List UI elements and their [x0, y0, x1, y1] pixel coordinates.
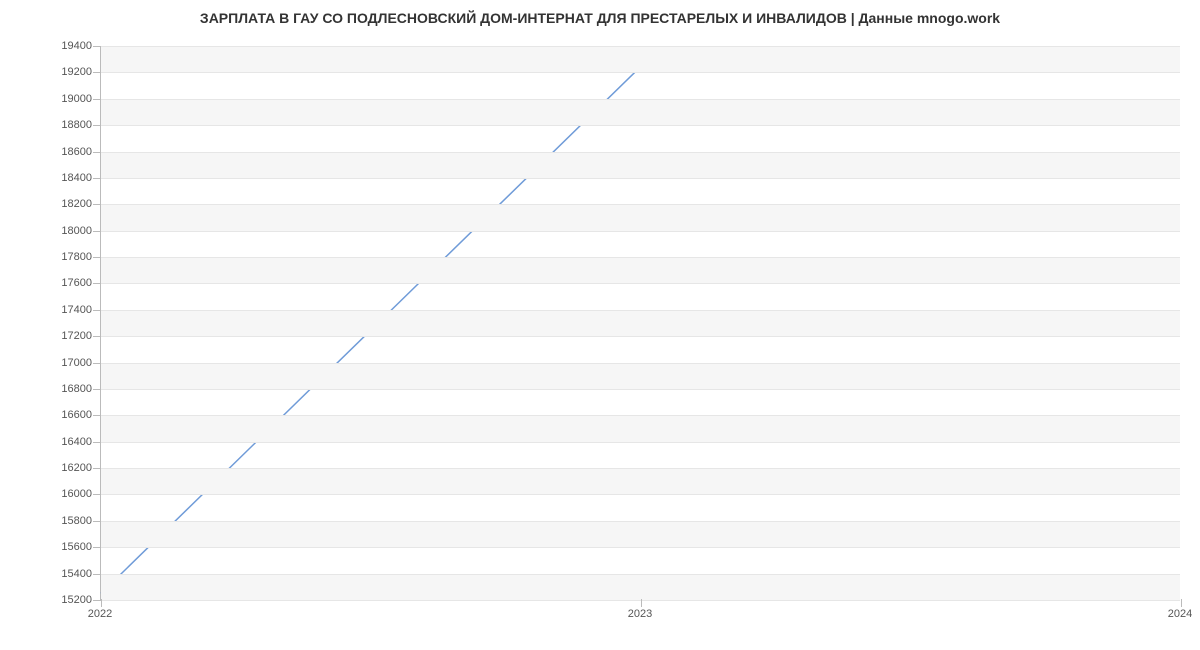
y-gridline — [101, 494, 1180, 495]
y-tick — [93, 152, 101, 153]
y-tick-label: 19200 — [12, 66, 92, 78]
grid-band — [101, 415, 1180, 441]
grid-band — [101, 363, 1180, 389]
grid-band — [101, 574, 1180, 600]
grid-band — [101, 257, 1180, 283]
y-gridline — [101, 283, 1180, 284]
y-tick-label: 16000 — [12, 488, 92, 500]
y-tick — [93, 547, 101, 548]
y-gridline — [101, 257, 1180, 258]
y-gridline — [101, 231, 1180, 232]
y-gridline — [101, 574, 1180, 575]
y-tick-label: 15200 — [12, 594, 92, 606]
x-tick — [641, 599, 642, 607]
y-tick-label: 18400 — [12, 172, 92, 184]
x-tick-label: 2023 — [628, 608, 652, 620]
y-tick-label: 17400 — [12, 304, 92, 316]
y-tick — [93, 46, 101, 47]
y-tick-label: 15600 — [12, 541, 92, 553]
x-tick — [101, 599, 102, 607]
x-tick-label: 2022 — [88, 608, 112, 620]
y-tick-label: 15400 — [12, 568, 92, 580]
y-tick-label: 19400 — [12, 40, 92, 52]
grid-band — [101, 204, 1180, 230]
y-tick — [93, 468, 101, 469]
y-tick-label: 19000 — [12, 93, 92, 105]
y-tick-label: 17000 — [12, 357, 92, 369]
y-tick — [93, 283, 101, 284]
y-tick — [93, 257, 101, 258]
grid-band — [101, 521, 1180, 547]
grid-band — [101, 310, 1180, 336]
y-tick-label: 16400 — [12, 436, 92, 448]
y-gridline — [101, 310, 1180, 311]
y-tick-label: 16800 — [12, 383, 92, 395]
y-tick — [93, 389, 101, 390]
y-tick-label: 18600 — [12, 146, 92, 158]
y-tick — [93, 415, 101, 416]
y-tick-label: 15800 — [12, 515, 92, 527]
y-tick — [93, 336, 101, 337]
x-tick-label: 2024 — [1168, 608, 1192, 620]
grid-band — [101, 46, 1180, 72]
y-tick — [93, 521, 101, 522]
y-tick — [93, 442, 101, 443]
y-gridline — [101, 363, 1180, 364]
y-gridline — [101, 442, 1180, 443]
y-tick-label: 18000 — [12, 225, 92, 237]
y-tick-label: 18800 — [12, 119, 92, 131]
y-tick-label: 18200 — [12, 198, 92, 210]
y-tick — [93, 204, 101, 205]
plot-area — [100, 46, 1180, 600]
grid-band — [101, 152, 1180, 178]
y-gridline — [101, 99, 1180, 100]
y-tick — [93, 310, 101, 311]
y-tick — [93, 178, 101, 179]
y-tick — [93, 600, 101, 601]
y-tick — [93, 363, 101, 364]
y-tick-label: 17200 — [12, 330, 92, 342]
y-tick-label: 17800 — [12, 251, 92, 263]
y-gridline — [101, 521, 1180, 522]
y-gridline — [101, 178, 1180, 179]
y-tick — [93, 125, 101, 126]
chart-title: ЗАРПЛАТА В ГАУ СО ПОДЛЕСНОВСКИЙ ДОМ-ИНТЕ… — [0, 10, 1200, 26]
y-gridline — [101, 389, 1180, 390]
y-gridline — [101, 125, 1180, 126]
y-gridline — [101, 415, 1180, 416]
grid-band — [101, 99, 1180, 125]
chart-container: ЗАРПЛАТА В ГАУ СО ПОДЛЕСНОВСКИЙ ДОМ-ИНТЕ… — [0, 0, 1200, 650]
y-tick — [93, 574, 101, 575]
y-gridline — [101, 204, 1180, 205]
y-gridline — [101, 46, 1180, 47]
y-gridline — [101, 72, 1180, 73]
y-tick-label: 17600 — [12, 277, 92, 289]
y-gridline — [101, 468, 1180, 469]
y-tick — [93, 231, 101, 232]
y-gridline — [101, 336, 1180, 337]
y-gridline — [101, 547, 1180, 548]
x-tick — [1181, 599, 1182, 607]
y-tick — [93, 494, 101, 495]
grid-band — [101, 468, 1180, 494]
y-tick — [93, 99, 101, 100]
y-tick — [93, 72, 101, 73]
y-tick-label: 16600 — [12, 409, 92, 421]
y-gridline — [101, 152, 1180, 153]
y-tick-label: 16200 — [12, 462, 92, 474]
